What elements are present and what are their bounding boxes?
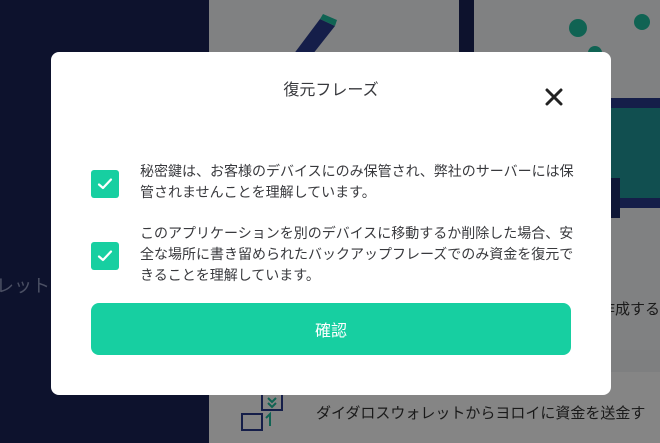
checkmark-icon: [97, 250, 113, 262]
checkmark-icon: [97, 178, 113, 190]
close-icon: [545, 88, 563, 106]
private-key-label: 秘密鍵は、お客様のデバイスにのみ保管され、弊社のサーバーには保管されませんことを…: [140, 164, 574, 201]
confirm-button[interactable]: 確認: [91, 303, 571, 355]
private-key-checkbox[interactable]: [91, 170, 119, 198]
recovery-phrase-dialog: 復元フレーズ 秘密鍵は、お客様のデバイスにのみ保管され、弊社のサーバーには保管さ…: [51, 52, 611, 395]
dialog-title: 復元フレーズ: [283, 80, 379, 99]
close-button[interactable]: [541, 84, 567, 110]
backup-phrase-label: このアプリケーションを別のデバイスに移動するか削除した場合、安全な場所に書き留め…: [140, 226, 574, 284]
backup-phrase-checkbox[interactable]: [91, 242, 119, 270]
